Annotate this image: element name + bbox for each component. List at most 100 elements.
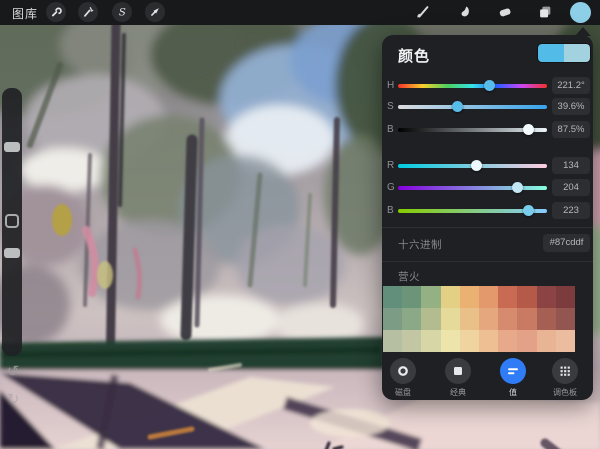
palette-grid-icon bbox=[557, 363, 573, 379]
palette-swatch-0-8[interactable] bbox=[537, 286, 556, 308]
transform-button[interactable] bbox=[145, 2, 165, 22]
actions-button[interactable] bbox=[46, 2, 66, 22]
slider-value[interactable]: 223 bbox=[552, 202, 590, 219]
selection-button[interactable]: S bbox=[112, 2, 132, 22]
procreate-app: 图库 S bbox=[0, 0, 600, 449]
mode-grid-button[interactable] bbox=[552, 358, 578, 384]
slider-track[interactable] bbox=[398, 84, 547, 88]
palette-swatch-1-5[interactable] bbox=[479, 308, 498, 330]
svg-text:S: S bbox=[119, 8, 126, 19]
slider-value[interactable]: 134 bbox=[552, 157, 590, 174]
slider-row-s-hsb-sliders: S 39.6% bbox=[382, 97, 593, 117]
opacity-slider[interactable] bbox=[4, 248, 20, 258]
layers-icon bbox=[537, 4, 553, 20]
palette-swatch-1-1[interactable] bbox=[402, 308, 421, 330]
slider-row-b-rgb-sliders: B 223 bbox=[382, 201, 593, 221]
hex-value-field[interactable]: #87cddf bbox=[543, 234, 590, 252]
layers-button[interactable] bbox=[536, 3, 554, 21]
adjustments-button[interactable] bbox=[78, 2, 98, 22]
slider-label: B bbox=[387, 124, 394, 135]
current-previous-color-swatch[interactable] bbox=[537, 43, 591, 63]
modify-button[interactable] bbox=[5, 214, 19, 228]
palette-swatch-1-0[interactable] bbox=[383, 308, 402, 330]
slider-track[interactable] bbox=[398, 164, 547, 168]
slider-label: S bbox=[387, 101, 394, 112]
palette-swatch-2-1[interactable] bbox=[402, 330, 421, 352]
color-panel: 颜色 H221.2°S39.6%B87.5% R134G204B223 十六进制… bbox=[382, 35, 593, 400]
palette-swatch-0-2[interactable] bbox=[421, 286, 440, 308]
palette-swatch-0-6[interactable] bbox=[498, 286, 517, 308]
brush-size-slider[interactable] bbox=[4, 142, 20, 152]
palette-swatch-1-3[interactable] bbox=[441, 308, 460, 330]
brush-button[interactable] bbox=[414, 3, 432, 21]
brush-icon bbox=[415, 4, 431, 20]
slider-label: R bbox=[387, 160, 394, 171]
palette-swatch-1-2[interactable] bbox=[421, 308, 440, 330]
slider-value[interactable]: 204 bbox=[552, 179, 590, 196]
slider-handle[interactable] bbox=[484, 80, 495, 91]
palette-swatch-0-9[interactable] bbox=[556, 286, 575, 308]
mode-label-disc: 磁盘 bbox=[395, 387, 411, 398]
undo-button[interactable]: ↺ bbox=[4, 362, 22, 380]
palette-swatch-0-0[interactable] bbox=[383, 286, 402, 308]
mode-label-grid: 调色板 bbox=[553, 387, 577, 398]
palette-swatch-2-7[interactable] bbox=[517, 330, 536, 352]
gallery-button[interactable]: 图库 bbox=[12, 5, 38, 22]
value-sliders-icon bbox=[505, 363, 521, 379]
top-toolbar: 图库 S bbox=[0, 0, 600, 25]
palette-swatch-1-6[interactable] bbox=[498, 308, 517, 330]
eraser-button[interactable] bbox=[496, 3, 514, 21]
palette-swatch-0-3[interactable] bbox=[441, 286, 460, 308]
slider-value[interactable]: 87.5% bbox=[552, 121, 590, 138]
slider-handle[interactable] bbox=[523, 124, 534, 135]
panel-title: 颜色 bbox=[398, 45, 430, 66]
palette-swatch-0-4[interactable] bbox=[460, 286, 479, 308]
slider-handle[interactable] bbox=[512, 182, 523, 193]
palette-swatch-1-9[interactable] bbox=[556, 308, 575, 330]
palette-swatch-2-2[interactable] bbox=[421, 330, 440, 352]
slider-handle[interactable] bbox=[523, 205, 534, 216]
slider-value[interactable]: 39.6% bbox=[552, 98, 590, 115]
slider-track[interactable] bbox=[398, 105, 547, 109]
palette-swatch-2-6[interactable] bbox=[498, 330, 517, 352]
slider-value[interactable]: 221.2° bbox=[552, 77, 590, 94]
disc-icon bbox=[395, 363, 411, 379]
palette-swatch-0-7[interactable] bbox=[517, 286, 536, 308]
adjustments-wand-icon bbox=[81, 5, 95, 19]
divider bbox=[382, 227, 593, 228]
palette-swatch-0-1[interactable] bbox=[402, 286, 421, 308]
smudge-button[interactable] bbox=[456, 3, 474, 21]
slider-row-h-hsb-sliders: H221.2° bbox=[382, 76, 593, 96]
mode-classic-button[interactable] bbox=[445, 358, 471, 384]
slider-label: B bbox=[387, 205, 394, 216]
palette-swatch-2-5[interactable] bbox=[479, 330, 498, 352]
slider-handle[interactable] bbox=[471, 160, 482, 171]
previous-color[interactable] bbox=[538, 44, 564, 62]
palette-swatch-1-4[interactable] bbox=[460, 308, 479, 330]
slider-track[interactable] bbox=[398, 209, 547, 213]
mode-value-button[interactable] bbox=[500, 358, 526, 384]
palette-swatch-0-5[interactable] bbox=[479, 286, 498, 308]
selection-s-icon: S bbox=[115, 5, 129, 19]
panel-callout-arrow bbox=[575, 27, 591, 36]
wrench-icon bbox=[49, 5, 63, 19]
slider-track[interactable] bbox=[398, 128, 547, 132]
palette-swatch-2-0[interactable] bbox=[383, 330, 402, 352]
slider-row-g-rgb-sliders: G204 bbox=[382, 178, 593, 198]
palette-swatch-2-4[interactable] bbox=[460, 330, 479, 352]
mode-disc-button[interactable] bbox=[390, 358, 416, 384]
smudge-icon bbox=[457, 4, 473, 20]
current-color[interactable] bbox=[564, 44, 590, 62]
color-swatch-button[interactable] bbox=[570, 2, 591, 23]
palette-swatch-2-9[interactable] bbox=[556, 330, 575, 352]
palette-swatch-2-8[interactable] bbox=[537, 330, 556, 352]
sidebar-controls bbox=[2, 88, 22, 356]
palette-swatch-1-8[interactable] bbox=[537, 308, 556, 330]
redo-button[interactable]: ↻ bbox=[4, 390, 22, 408]
mode-label-classic: 经典 bbox=[450, 387, 466, 398]
palette-swatch-1-7[interactable] bbox=[517, 308, 536, 330]
classic-square-icon bbox=[450, 363, 466, 379]
palette-swatch-2-3[interactable] bbox=[441, 330, 460, 352]
slider-handle[interactable] bbox=[452, 101, 463, 112]
slider-track[interactable] bbox=[398, 186, 547, 190]
